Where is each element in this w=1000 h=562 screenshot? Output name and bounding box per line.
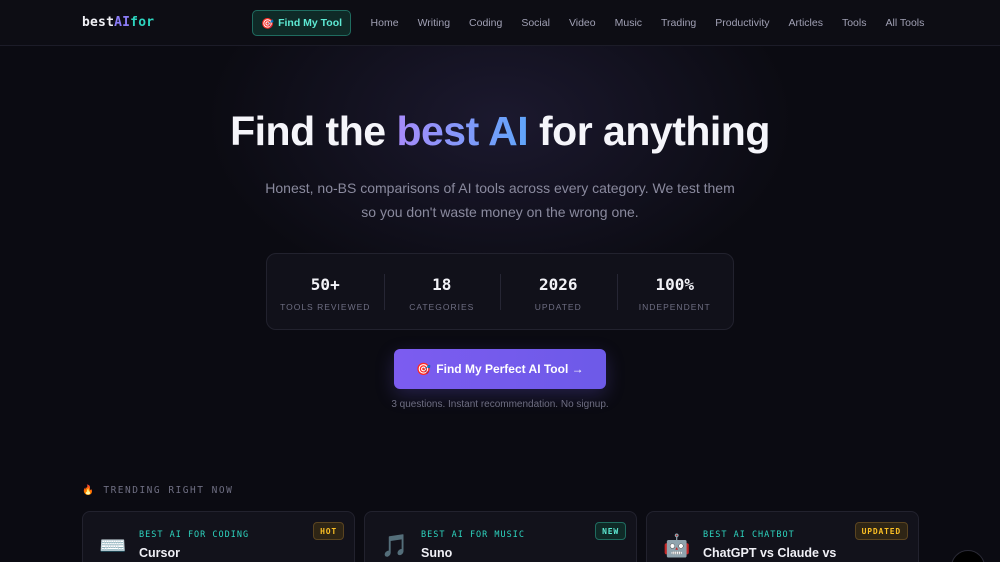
- nav-link-social[interactable]: Social: [512, 17, 560, 29]
- stat-categories: 18 CATEGORIES: [383, 254, 501, 329]
- page: bestAIfor 🎯 Find My Tool Home Writing Co…: [0, 0, 1000, 562]
- trending-card-music[interactable]: 🎵 BEST AI FOR MUSIC Suno NEW: [364, 511, 637, 562]
- fire-icon: 🔥: [82, 485, 96, 496]
- nav-link-productivity[interactable]: Productivity: [706, 17, 779, 29]
- trending-heading-label: TRENDING RIGHT NOW: [103, 485, 234, 496]
- hero-title-accent: best AI: [396, 108, 529, 154]
- nav-link-tools[interactable]: Tools: [832, 17, 876, 29]
- logo-part-for: for: [130, 15, 155, 30]
- find-my-tool-button[interactable]: 🎯 Find My Tool: [252, 10, 352, 36]
- stat-value: 2026: [538, 275, 578, 294]
- top-nav: bestAIfor 🎯 Find My Tool Home Writing Co…: [0, 0, 1000, 46]
- card-kicker: BEST AI FOR CODING: [139, 530, 250, 540]
- updated-badge: UPDATED: [854, 522, 908, 540]
- nav-link-coding[interactable]: Coding: [460, 17, 512, 29]
- new-badge: NEW: [595, 522, 626, 540]
- card-kicker: BEST AI CHATBOT: [703, 530, 795, 540]
- nav-link-music[interactable]: Music: [605, 17, 651, 29]
- stat-label: UPDATED: [534, 302, 582, 312]
- trending-card-coding[interactable]: ⌨️ BEST AI FOR CODING Cursor HOT: [82, 511, 355, 562]
- chat-widget-button[interactable]: [951, 550, 985, 562]
- nav-link-articles[interactable]: Articles: [779, 17, 832, 29]
- stat-label: CATEGORIES: [409, 302, 475, 312]
- card-title: ChatGPT vs Claude vs: [703, 546, 837, 560]
- hot-badge: HOT: [313, 522, 344, 540]
- hero-title-before: Find the: [230, 108, 397, 154]
- stat-value: 100%: [655, 275, 695, 294]
- stats-panel: 50+ TOOLS REVIEWED 18 CATEGORIES 2026 UP…: [266, 253, 734, 330]
- stat-value: 50+: [310, 275, 340, 294]
- card-title: Suno: [421, 546, 453, 560]
- hero-subtitle: Honest, no-BS comparisons of AI tools ac…: [265, 180, 735, 220]
- cta-note: 3 questions. Instant recommendation. No …: [391, 399, 609, 410]
- find-perfect-tool-label: Find My Perfect AI Tool →: [436, 362, 584, 376]
- nav-link-home[interactable]: Home: [361, 17, 408, 29]
- hero-title: Find the best AI for anything: [0, 108, 1000, 155]
- nav-link-all-tools[interactable]: All Tools: [876, 17, 934, 29]
- logo-part-best: best: [82, 15, 115, 30]
- card-kicker: BEST AI FOR MUSIC: [421, 530, 525, 540]
- keyboard-icon: ⌨️: [99, 533, 127, 558]
- stat-label: TOOLS REVIEWED: [280, 302, 371, 312]
- music-note-icon: 🎵: [381, 533, 409, 558]
- card-title: Cursor: [139, 546, 180, 560]
- robot-icon: 🤖: [663, 533, 691, 558]
- stat-updated: 2026 UPDATED: [500, 254, 617, 329]
- find-perfect-tool-button[interactable]: 🎯 Find My Perfect AI Tool →: [394, 349, 606, 389]
- nav-link-trading[interactable]: Trading: [652, 17, 706, 29]
- stat-label: INDEPENDENT: [638, 302, 711, 312]
- nav-links: 🎯 Find My Tool Home Writing Coding Socia…: [252, 10, 934, 36]
- trending-card-chatbot[interactable]: 🤖 BEST AI CHATBOT ChatGPT vs Claude vs U…: [646, 511, 919, 562]
- stat-tools-reviewed: 50+ TOOLS REVIEWED: [267, 254, 384, 329]
- hero-title-after: for anything: [528, 108, 770, 154]
- target-icon: 🎯: [416, 362, 432, 376]
- stat-independent: 100% INDEPENDENT: [616, 254, 734, 329]
- logo-part-ai: AI: [114, 15, 131, 30]
- nav-link-writing[interactable]: Writing: [408, 17, 459, 29]
- trending-heading: 🔥 TRENDING RIGHT NOW: [82, 485, 233, 496]
- find-my-tool-label: Find My Tool: [278, 17, 343, 29]
- stat-value: 18: [432, 275, 452, 294]
- nav-link-video[interactable]: Video: [559, 17, 605, 29]
- target-icon: 🎯: [261, 17, 275, 30]
- site-logo[interactable]: bestAIfor: [82, 15, 154, 30]
